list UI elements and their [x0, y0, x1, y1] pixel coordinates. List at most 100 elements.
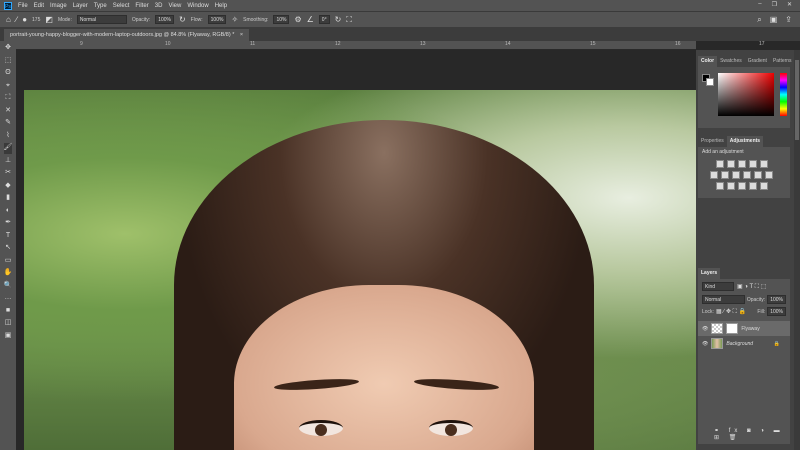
photo-filter-icon[interactable]	[743, 171, 751, 179]
restore-button[interactable]: ❐	[772, 1, 777, 8]
pressure-size-icon[interactable]: ↻	[335, 15, 342, 24]
vibrance-icon[interactable]	[760, 160, 768, 168]
exposure-icon[interactable]	[749, 160, 757, 168]
eye-icon[interactable]: 👁	[702, 341, 708, 347]
black-white-icon[interactable]	[732, 171, 740, 179]
foreground-background-color-icon[interactable]: ■	[6, 306, 10, 317]
fill-input[interactable]: 100%	[767, 307, 786, 316]
tab-properties[interactable]: Properties	[698, 136, 727, 147]
layer-row-background[interactable]: 👁 Background 🔒	[698, 336, 790, 351]
menu-file[interactable]: File	[18, 3, 28, 9]
gear-icon[interactable]: ⚙	[294, 15, 301, 24]
airbrush-icon[interactable]: ✧	[231, 15, 238, 24]
color-lookup-icon[interactable]	[765, 171, 773, 179]
opacity-input[interactable]: 100%	[155, 15, 174, 24]
shape-tool-icon[interactable]: ▭	[5, 256, 12, 267]
tab-color[interactable]: Color	[698, 56, 718, 67]
eyedropper-tool-icon[interactable]: ✎	[5, 118, 11, 129]
gradient-map-icon[interactable]	[760, 182, 768, 190]
layer-name[interactable]: Background	[726, 341, 753, 347]
menu-type[interactable]: Type	[94, 3, 107, 9]
lock-icons[interactable]: ▦ ∕ ✥ ⛶ 🔒	[716, 308, 746, 316]
workspace-icon[interactable]: ▣	[770, 15, 778, 25]
tab-layers[interactable]: Layers	[698, 268, 721, 279]
menu-image[interactable]: Image	[50, 3, 67, 9]
blend-mode-select[interactable]: Normal	[702, 295, 745, 304]
marquee-tool-icon[interactable]: ⬚	[5, 56, 12, 67]
invert-icon[interactable]	[716, 182, 724, 190]
close-button[interactable]: ✕	[787, 1, 792, 8]
eraser-tool-icon[interactable]: ◆	[5, 181, 10, 192]
posterize-icon[interactable]	[727, 182, 735, 190]
selective-color-icon[interactable]	[749, 182, 757, 190]
background-color-swatch[interactable]	[706, 78, 714, 86]
tab-gradient[interactable]: Gradient	[745, 56, 770, 67]
channel-mixer-icon[interactable]	[754, 171, 762, 179]
gradient-tool-icon[interactable]: ▮	[6, 193, 10, 204]
menu-filter[interactable]: Filter	[135, 3, 148, 9]
more-tools-icon[interactable]: …	[5, 293, 12, 304]
type-tool-icon[interactable]: T	[6, 231, 10, 242]
crop-tool-icon[interactable]: ⛶	[6, 93, 11, 104]
brush-preset-icon[interactable]: ●	[22, 15, 27, 24]
stamp-tool-icon[interactable]: ⊥	[5, 156, 11, 167]
color-picker-field[interactable]	[718, 73, 774, 116]
angle-input[interactable]: 0°	[318, 15, 330, 24]
hue-saturation-icon[interactable]	[710, 171, 718, 179]
home-icon[interactable]: ⌂	[6, 15, 11, 24]
tab-close-button[interactable]: ×	[240, 32, 243, 38]
zoom-tool-icon[interactable]: 🔍	[4, 281, 13, 292]
layer-opacity-input[interactable]: 100%	[767, 295, 786, 304]
history-brush-tool-icon[interactable]: ✂	[5, 168, 11, 179]
pen-tool-icon[interactable]: ✒	[5, 218, 11, 229]
color-panel: Color Swatches Gradient Patterns	[698, 56, 792, 128]
tab-patterns[interactable]: Patterns	[770, 56, 795, 67]
path-select-tool-icon[interactable]: ↖	[5, 243, 11, 254]
brush-tool-icon[interactable]: ∕	[16, 15, 17, 24]
menu-layer[interactable]: Layer	[73, 3, 88, 9]
frame-tool-icon[interactable]: ✕	[5, 106, 11, 117]
threshold-icon[interactable]	[738, 182, 746, 190]
tab-swatches[interactable]: Swatches	[717, 56, 745, 67]
quick-mask-icon[interactable]: ◫	[5, 318, 12, 329]
layer-mask-thumbnail[interactable]	[726, 323, 739, 334]
eye-icon[interactable]: 👁	[702, 326, 708, 332]
pressure-opacity-icon[interactable]: ↻	[179, 15, 186, 24]
search-icon[interactable]: ⌕	[757, 15, 761, 25]
brush-tool-icon[interactable]: 🖌	[3, 143, 13, 154]
document-image[interactable]	[24, 90, 696, 450]
document-tab[interactable]: portrait-young-happy-blogger-with-modern…	[4, 29, 250, 41]
flow-input[interactable]: 100%	[207, 15, 227, 24]
menu-help[interactable]: Help	[215, 3, 227, 9]
mode-select[interactable]: Normal	[76, 15, 127, 24]
hand-tool-icon[interactable]: ✋	[4, 268, 13, 279]
lasso-tool-icon[interactable]: ʘ	[5, 68, 10, 79]
symmetry-icon[interactable]: ⛶	[346, 15, 352, 25]
brush-settings-icon[interactable]: ◩	[45, 15, 53, 24]
smoothing-input[interactable]: 10%	[273, 15, 290, 24]
menu-3d[interactable]: 3D	[155, 3, 163, 9]
brightness-icon[interactable]	[716, 160, 724, 168]
menu-select[interactable]: Select	[113, 3, 130, 9]
screen-mode-icon[interactable]: ▣	[5, 331, 12, 342]
panel-scrollbar[interactable]	[794, 50, 800, 450]
menu-view[interactable]: View	[168, 3, 181, 9]
curves-icon[interactable]	[738, 160, 746, 168]
menu-edit[interactable]: Edit	[34, 3, 44, 9]
menu-window[interactable]: Window	[187, 3, 208, 9]
hue-slider[interactable]	[780, 73, 787, 116]
move-tool-icon[interactable]: ✥	[5, 43, 11, 54]
filter-icons[interactable]: ▣ ◑ T ⛶ ⬚	[737, 283, 766, 291]
minimize-button[interactable]: –	[758, 1, 761, 8]
share-icon[interactable]: ⇪	[785, 15, 792, 25]
tab-adjustments[interactable]: Adjustments	[726, 136, 764, 147]
levels-icon[interactable]	[727, 160, 735, 168]
healing-tool-icon[interactable]: ⌇	[6, 131, 9, 142]
layer-actions[interactable]: ⚭ fx ◙ ◑ ▬ ⊞ 🗑	[714, 427, 790, 441]
quick-select-tool-icon[interactable]: ⌖	[6, 81, 10, 92]
dodge-tool-icon[interactable]: ◐	[6, 206, 10, 217]
layer-name[interactable]: Flyaway	[741, 326, 759, 332]
layer-filter-select[interactable]: Kind	[702, 282, 734, 291]
color-balance-icon[interactable]	[721, 171, 729, 179]
layer-row-flyaway[interactable]: 👁 Flyaway	[698, 321, 790, 336]
